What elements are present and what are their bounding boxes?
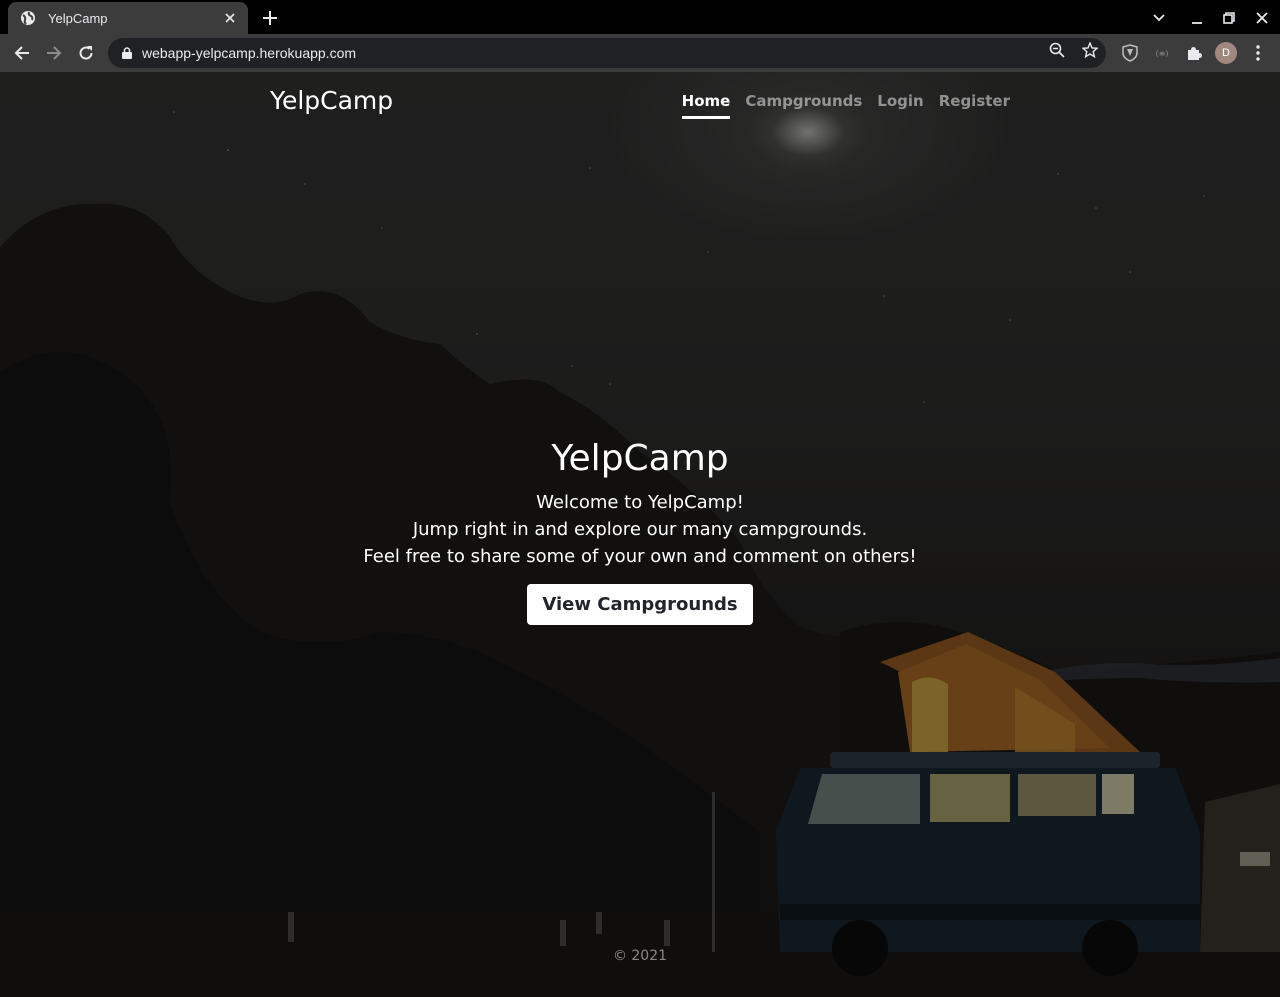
hero-title: YelpCamp <box>551 438 729 479</box>
nav-links: Home Campgrounds Login Register <box>667 92 1010 119</box>
close-tab-icon[interactable] <box>222 10 238 26</box>
nav-home-link[interactable]: Home <box>681 92 731 119</box>
forward-arrow-icon[interactable] <box>42 41 66 65</box>
svg-text:(≡): (≡) <box>1156 49 1169 58</box>
shield-extension-icon[interactable] <box>1120 43 1140 63</box>
reload-icon[interactable] <box>74 41 98 65</box>
hero-section: YelpCamp Welcome to YelpCamp! Jump right… <box>0 438 1280 625</box>
url-text[interactable]: webapp-yelpcamp.herokuapp.com <box>142 45 1106 61</box>
nav-campgrounds-link[interactable]: Campgrounds <box>745 92 862 119</box>
new-tab-icon[interactable] <box>260 8 280 28</box>
tab-search-chevron-icon[interactable] <box>1149 8 1169 28</box>
site-navbar: YelpCamp Home Campgrounds Login Register <box>270 72 1010 132</box>
browser-tab-strip: YelpCamp <box>0 0 1280 34</box>
profile-avatar[interactable]: D <box>1215 42 1237 64</box>
view-campgrounds-button[interactable]: View Campgrounds <box>527 584 753 625</box>
back-arrow-icon[interactable] <box>10 41 34 65</box>
browser-tab[interactable]: YelpCamp <box>8 2 248 34</box>
site-brand[interactable]: YelpCamp <box>270 86 393 115</box>
bookmark-star-icon[interactable] <box>1081 41 1099 59</box>
footer-copyright: © 2021 <box>612 948 668 964</box>
globe-icon <box>20 10 36 26</box>
nav-register-link[interactable]: Register <box>939 92 1010 119</box>
hero-explore-text: Jump right in and explore our many campg… <box>412 519 868 540</box>
hero-share-text: Feel free to share some of your own and … <box>363 546 917 567</box>
hero-welcome-text: Welcome to YelpCamp! <box>536 492 744 513</box>
landing-page: YelpCamp Home Campgrounds Login Register… <box>0 72 1280 997</box>
close-window-icon[interactable] <box>1252 8 1272 28</box>
kebab-menu-icon[interactable] <box>1248 43 1268 63</box>
puzzle-extensions-icon[interactable] <box>1184 43 1204 63</box>
browser-toolbar: webapp-yelpcamp.herokuapp.com (≡) D <box>0 34 1280 72</box>
tab-title: YelpCamp <box>48 10 108 26</box>
zoom-icon[interactable] <box>1048 41 1066 59</box>
address-bar[interactable]: webapp-yelpcamp.herokuapp.com <box>108 38 1106 68</box>
extension-icon[interactable]: (≡) <box>1152 43 1172 63</box>
minimize-window-icon[interactable] <box>1187 8 1207 28</box>
lock-icon[interactable] <box>120 46 134 60</box>
nav-login-link[interactable]: Login <box>877 92 923 119</box>
restore-window-icon[interactable] <box>1219 8 1239 28</box>
